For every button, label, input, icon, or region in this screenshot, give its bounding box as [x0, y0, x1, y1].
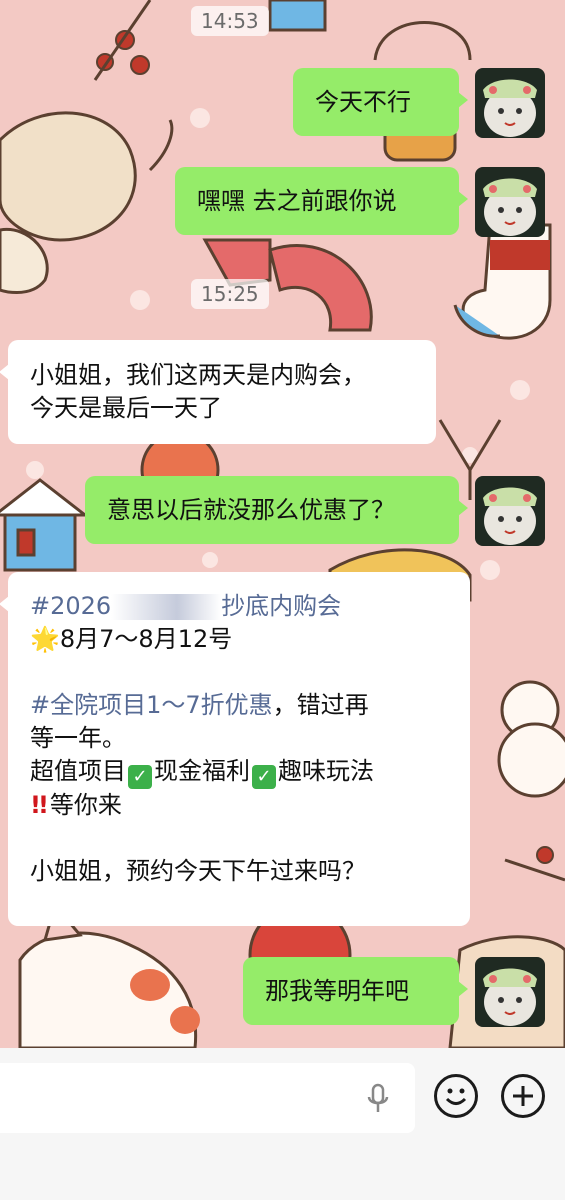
- check-mark-icon: ✓: [252, 765, 276, 789]
- message-text-line: 等一年。: [30, 724, 126, 752]
- message-text-line: 🌟8月7～8月12号: [30, 623, 448, 656]
- avatar[interactable]: [475, 476, 545, 546]
- message-text-line: !! 等你来: [30, 789, 448, 822]
- message-text: 现金福利: [154, 757, 250, 785]
- emoji-icon: [445, 1088, 467, 1105]
- message-text: 等你来: [49, 791, 122, 819]
- message-text-line: #全院项目1～7折优惠，错过再: [30, 689, 448, 722]
- message-text: 那我等明年吧: [265, 977, 409, 1005]
- message-bubble-mine[interactable]: 那我等明年吧: [243, 957, 468, 1025]
- message-bubble-mine[interactable]: 嘿嘿 去之前跟你说: [175, 167, 468, 235]
- emoji-button[interactable]: [434, 1074, 478, 1118]
- date-range: 8月7～8月12号: [59, 625, 233, 653]
- cat-avatar-icon: [475, 167, 545, 237]
- avatar[interactable]: [475, 68, 545, 138]
- hashtag-link[interactable]: #2026: [30, 592, 111, 620]
- redacted-text: [111, 594, 222, 620]
- message-bubble-mine[interactable]: 意思以后就没那么优惠了？: [85, 476, 468, 544]
- check-mark-icon: ✓: [128, 765, 152, 789]
- input-bar: [0, 1048, 565, 1200]
- message-bubble-mine[interactable]: 今天不行: [293, 68, 468, 136]
- message-bubble-theirs[interactable]: #2026 抄底内购会 🌟8月7～8月12号 #全院项目1～7折优惠，错过再 等一…: [0, 572, 470, 926]
- message-text: 嘿嘿 去之前跟你说: [197, 187, 397, 215]
- message-input[interactable]: [0, 1063, 415, 1133]
- message-text: ，错过再: [272, 691, 369, 719]
- hashtag-link[interactable]: #全院项目1～7折优惠: [30, 691, 273, 719]
- avatar[interactable]: [475, 957, 545, 1027]
- message-bubble-theirs[interactable]: 小姐姐，我们这两天是内购会， 今天是最后一天了: [0, 340, 436, 444]
- double-exclamation-icon: !!: [30, 791, 49, 819]
- plus-icon: [513, 1086, 533, 1106]
- cat-avatar-icon: [475, 957, 545, 1027]
- cat-avatar-icon: [475, 476, 545, 546]
- message-text: 今天不行: [315, 88, 411, 116]
- star-emoji-icon: 🌟: [30, 625, 60, 653]
- hashtag-link-tail[interactable]: 抄底内购会: [221, 592, 341, 620]
- cat-avatar-icon: [475, 68, 545, 138]
- timestamp: 14:53: [191, 6, 269, 36]
- message-text: 意思以后就没那么优惠了？: [107, 496, 395, 524]
- message-text-line: 小姐姐，我们这两天是内购会，: [30, 361, 366, 389]
- message-text-line: 小姐姐，预约今天下午过来吗？: [30, 857, 366, 885]
- message-text: 趣味玩法: [278, 757, 374, 785]
- avatar[interactable]: [475, 167, 545, 237]
- message-text-line: #2026 抄底内购会: [30, 590, 448, 623]
- message-text: 超值项目: [30, 757, 126, 785]
- microphone-icon[interactable]: [366, 1083, 390, 1115]
- more-button[interactable]: [501, 1074, 545, 1118]
- message-text-line: 超值项目 ✓ 现金福利 ✓ 趣味玩法: [30, 755, 448, 789]
- message-text-line: 今天是最后一天了: [30, 394, 222, 422]
- timestamp: 15:25: [191, 279, 269, 309]
